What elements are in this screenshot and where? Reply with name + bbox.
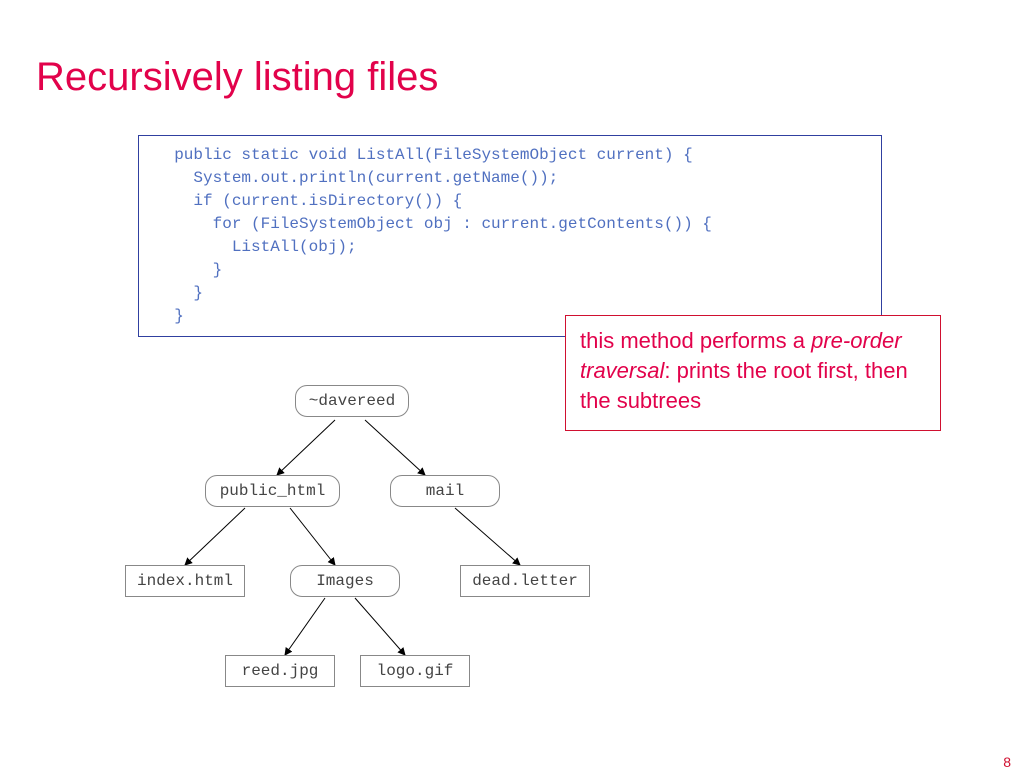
slide-title: Recursively listing files bbox=[36, 55, 438, 100]
tree-node-logo-gif: logo.gif bbox=[360, 655, 470, 687]
tree-node-dead-letter: dead.letter bbox=[460, 565, 590, 597]
tree-node-public-html: public_html bbox=[205, 475, 340, 507]
tree-node-images: Images bbox=[290, 565, 400, 597]
code-block-container: public static void ListAll(FileSystemObj… bbox=[138, 135, 882, 337]
tree-diagram: ~davereed public_html mail index.html Im… bbox=[125, 385, 635, 715]
tree-node-mail: mail bbox=[390, 475, 500, 507]
tree-node-davereed: ~davereed bbox=[295, 385, 409, 417]
callout-prefix: this method performs a bbox=[580, 328, 811, 353]
tree-node-index-html: index.html bbox=[125, 565, 245, 597]
page-number: 8 bbox=[1003, 754, 1011, 770]
code-block: public static void ListAll(FileSystemObj… bbox=[155, 144, 865, 328]
tree-node-reed-jpg: reed.jpg bbox=[225, 655, 335, 687]
